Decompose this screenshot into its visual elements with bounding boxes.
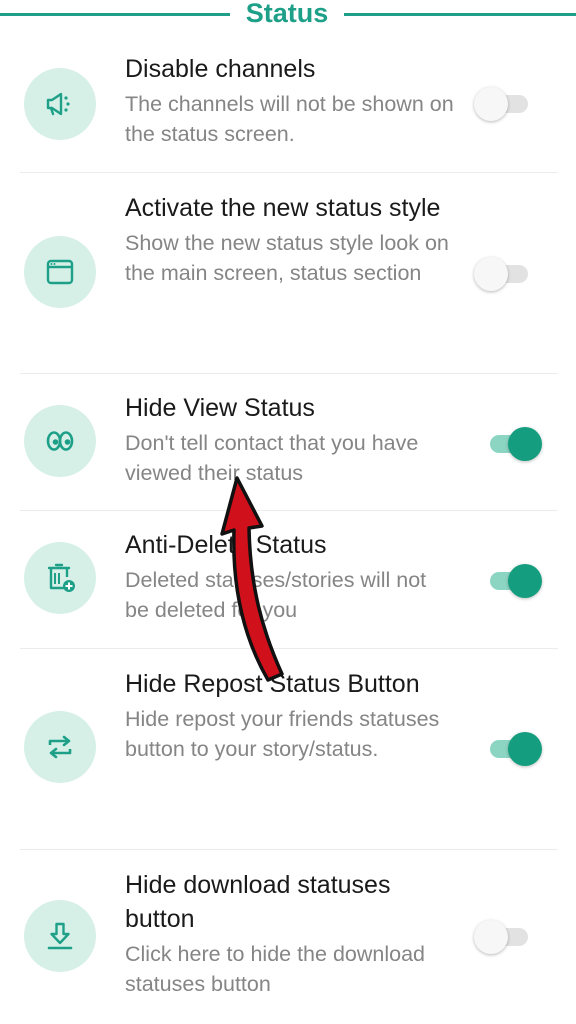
setting-description: Deleted statuses/stories will not be del… [125,568,427,622]
setting-new-status-style[interactable]: Activate the new status style Show the n… [0,173,576,373]
setting-title: Hide Repost Status Button [125,670,420,698]
setting-description: Don't tell contact that you have viewed … [125,431,419,485]
hide-view-status-toggle[interactable] [482,423,542,463]
setting-title: Hide View Status [125,394,315,422]
anti-delete-status-toggle[interactable] [482,560,542,600]
repost-icon [24,711,96,783]
window-icon [24,236,96,308]
section-header: Status [0,0,576,28]
setting-hide-view-status[interactable]: Hide View Status Don't tell contact that… [0,374,576,510]
setting-anti-delete-status[interactable]: Anti-Delete Status Deleted statuses/stor… [0,511,576,647]
hide-repost-button-toggle[interactable] [482,728,542,768]
setting-disable-channels[interactable]: Disable channels The channels will not b… [0,30,576,172]
setting-title: Disable channels [125,55,316,83]
setting-hide-repost-button[interactable]: Hide Repost Status Button Hide repost yo… [0,649,576,849]
setting-description: Click here to hide the download statuses… [125,942,425,996]
setting-description: The channels will not be shown on the st… [125,92,454,146]
section-title: Status [245,0,329,28]
setting-title: Activate the new status style [125,194,441,222]
megaphone-icon [24,68,96,140]
disable-channels-toggle[interactable] [474,83,534,123]
header-line-right [344,13,576,16]
setting-description: Hide repost your friends statuses button… [125,707,440,761]
download-icon [24,900,96,972]
new-status-style-toggle[interactable] [474,253,534,293]
eyes-icon [24,405,96,477]
setting-title: Hide download statuses button [125,871,391,933]
setting-description: Show the new status style look on the ma… [125,231,449,285]
header-line-left [0,13,230,16]
setting-hide-download-button[interactable]: Hide download statuses button Click here… [0,850,576,1024]
hide-download-button-toggle[interactable] [474,916,534,956]
setting-title: Anti-Delete Status [125,531,327,559]
trash-plus-icon [24,542,96,614]
